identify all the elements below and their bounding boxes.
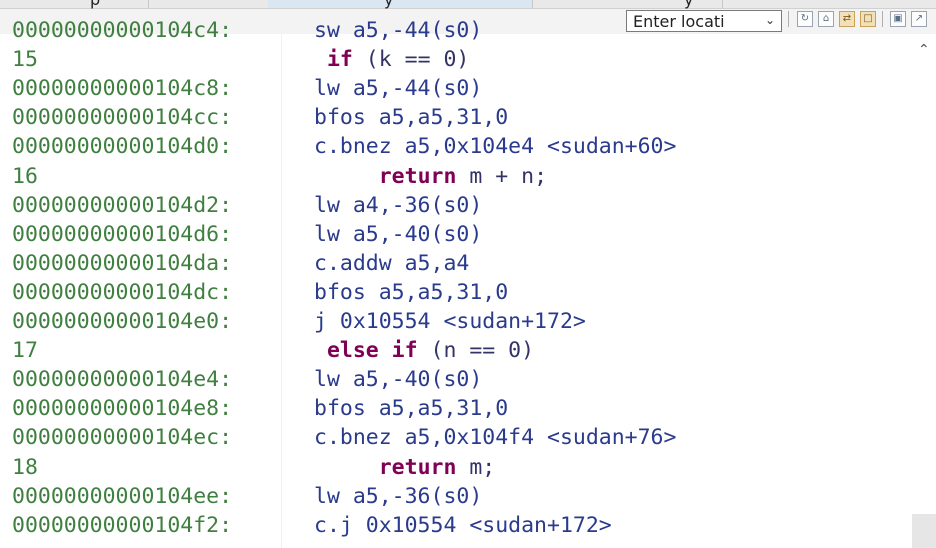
source-line[interactable]: 18 return m; (0, 453, 912, 482)
instruction: lw a5,-44(s0) (314, 76, 483, 102)
instruction: lw a5,-36(s0) (314, 483, 483, 509)
asm-line[interactable]: 00000000000104dc: bfos a5,a5,31,0 (0, 278, 912, 307)
asm-line[interactable]: 00000000000104d6: lw a5,-40(s0) (0, 220, 912, 249)
source-rest: m + n; (456, 163, 548, 189)
asm-line[interactable]: 00000000000104e0: j 0x10554 <sudan+172> (0, 307, 912, 336)
address: 00000000000104f2: (12, 512, 233, 538)
address: 00000000000104d2: (12, 192, 233, 218)
source-line-number: 15 (12, 47, 38, 73)
source-indent (314, 47, 327, 72)
asm-line[interactable]: 00000000000104e8: bfos a5,a5,31,0 (0, 394, 912, 423)
instruction: lw a5,-40(s0) (314, 221, 483, 247)
instruction: lw a5,-40(s0) (314, 367, 483, 393)
instruction: bfos a5,a5,31,0 (314, 105, 509, 131)
source-keyword: if (326, 47, 353, 73)
asm-line[interactable]: 00000000000104da: c.addw a5,a4 (0, 249, 912, 278)
source-code: else if (n == 0) (314, 336, 534, 365)
source-keyword: return (378, 454, 457, 480)
asm-line[interactable]: 00000000000104ee: lw a5,-36(s0) (0, 482, 912, 511)
instruction: c.bnez a5,0x104f4 <sudan+76> (314, 425, 677, 451)
source-rest: (n == 0) (417, 338, 535, 364)
source-code: return m; (314, 453, 496, 482)
source-code: return m + n; (314, 162, 547, 191)
column-divider (281, 34, 282, 548)
vertical-scrollbar[interactable]: ⌃ (912, 34, 936, 548)
instruction: j 0x10554 <sudan+172> (314, 309, 586, 334)
address: 00000000000104c4: (12, 18, 233, 43)
source-keyword: else if (326, 338, 418, 364)
source-indent (314, 164, 379, 189)
scroll-up-icon[interactable]: ⌃ (918, 42, 930, 58)
asm-line[interactable]: 00000000000104d2: lw a4,-36(s0) (0, 191, 912, 220)
instruction: lw a4,-36(s0) (314, 192, 483, 218)
pin-icon[interactable]: ↗ (911, 11, 927, 27)
source-keyword: return (378, 163, 457, 189)
asm-line[interactable]: 00000000000104c8: lw a5,-44(s0) (0, 74, 912, 103)
source-line[interactable]: 17 else if (n == 0) (0, 336, 912, 365)
address: 00000000000104e8: (12, 396, 233, 422)
address: 00000000000104cc: (12, 105, 233, 131)
instruction: c.addw a5,a4 (314, 250, 470, 276)
address: 00000000000104ec: (12, 425, 233, 451)
source-indent (314, 455, 379, 480)
address: 00000000000104d0: (12, 134, 233, 160)
address: 00000000000104e0: (12, 309, 233, 334)
asm-line[interactable]: 00000000000104ec: c.bnez a5,0x104f4 <suda… (0, 423, 912, 452)
address: 00000000000104dc: (12, 279, 233, 305)
asm-line[interactable]: 00000000000104d0: c.bnez a5,0x104e4 <suda… (0, 132, 912, 161)
address: 00000000000104c8: (12, 76, 233, 102)
source-code: if (k == 0) (314, 45, 469, 74)
scrollbar-thumb[interactable] (912, 514, 936, 548)
source-line[interactable]: 15 if (k == 0) (0, 45, 912, 74)
instruction: bfos a5,a5,31,0 (314, 396, 509, 422)
source-rest: (k == 0) (352, 47, 470, 73)
instruction: c.bnez a5,0x104e4 <sudan+60> (314, 134, 677, 160)
asm-line[interactable]: 00000000000104cc: bfos a5,a5,31,0 (0, 103, 912, 132)
source-line-number: 17 (12, 338, 38, 364)
asm-line[interactable]: 00000000000104e4: lw a5,-40(s0) (0, 365, 912, 394)
instruction: bfos a5,a5,31,0 (314, 279, 509, 305)
address: 00000000000104da: (12, 250, 233, 276)
address: 00000000000104ee: (12, 483, 233, 509)
source-line[interactable]: 16 return m + n; (0, 162, 912, 191)
source-line-number: 18 (12, 454, 38, 480)
instruction: c.j 0x10554 <sudan+172> (314, 512, 612, 538)
address: 00000000000104d6: (12, 221, 233, 247)
address: 00000000000104e4: (12, 367, 233, 393)
asm-line[interactable]: 00000000000104c4: sw a5,-44(s0) (0, 16, 912, 45)
source-indent (314, 338, 327, 363)
disassembly-view[interactable]: 00000000000104c4: sw a5,-44(s0) 15 if (k =… (0, 0, 912, 548)
asm-line[interactable]: 00000000000104f2: c.j 0x10554 <sudan+172> (0, 511, 912, 540)
source-line-number: 16 (12, 163, 38, 189)
instruction: sw a5,-44(s0) (314, 18, 483, 43)
source-rest: m; (456, 454, 496, 480)
